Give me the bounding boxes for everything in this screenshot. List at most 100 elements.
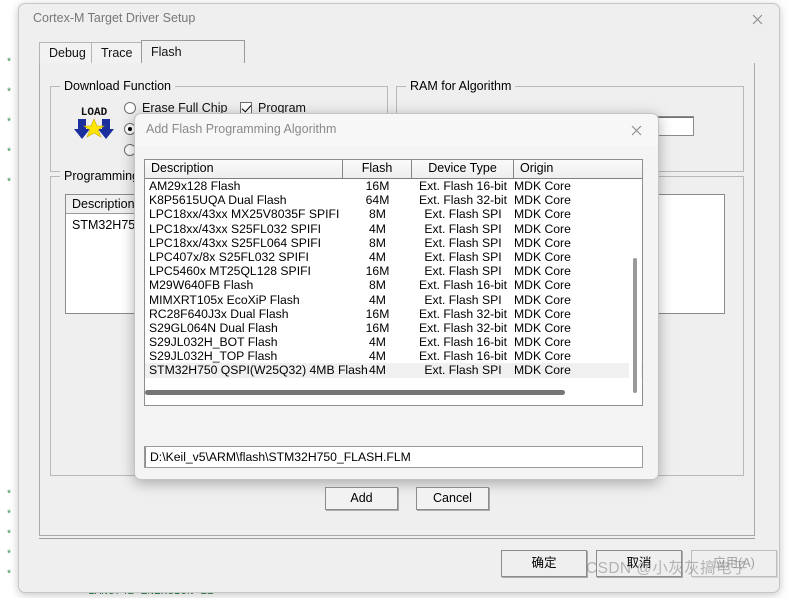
- table-cell-description: M29W640FB Flash: [149, 278, 254, 293]
- editor-gutter-mark: *: [6, 148, 13, 159]
- table-row[interactable]: LPC18xx/43xx S25FL032 SPIFI 4M Ext. Flash …: [145, 222, 642, 236]
- editor-gutter-mark: *: [6, 490, 13, 501]
- editor-gutter-mark: *: [6, 118, 13, 129]
- table-cell-flash-size: 16M: [365, 320, 390, 335]
- footer-separator: [39, 538, 755, 539]
- table-row[interactable]: LPC407x/8x S25FL032 SPIFI 4M Ext. Flash SP…: [145, 250, 642, 264]
- table-row[interactable]: M29W640FB Flash 8M Ext. Flash 16-bit MDK Co…: [145, 278, 642, 292]
- table-cell-origin: MDK Core: [514, 235, 571, 250]
- table-cell-flash-size: 16M: [365, 306, 390, 321]
- close-icon[interactable]: [614, 114, 658, 146]
- table-cell-origin: MDK Core: [514, 221, 571, 236]
- table-cell-flash-size: 4M: [369, 292, 386, 307]
- tab-flash-download[interactable]: Flash Download: [141, 40, 245, 82]
- table-cell-description: LPC18xx/43xx S25FL064 SPIFI: [149, 235, 322, 250]
- table-cell-origin: MDK Core: [514, 363, 571, 378]
- modal-body: Description Flash Size Device Type Origi…: [135, 146, 658, 510]
- table-cell-origin: MDK Core: [514, 335, 571, 350]
- table-cell-origin: MDK Core: [514, 249, 571, 264]
- table-cell-flash-size: 8M: [369, 278, 386, 293]
- watermark: CSDN @小灰灰搞电子: [586, 560, 748, 577]
- table-cell-description: LPC18xx/43xx MX25V8035F SPIFI: [149, 207, 340, 222]
- algorithm-table[interactable]: Description Flash Size Device Type Origi…: [144, 159, 643, 406]
- table-cell-flash-size: 4M: [369, 335, 386, 350]
- table-cell-origin: MDK Core: [514, 278, 571, 293]
- table-row[interactable]: S29GL064N Dual Flash 16M Ext. Flash 32-bit…: [145, 321, 642, 335]
- tab-trace[interactable]: Trace: [91, 42, 143, 64]
- vertical-scrollbar[interactable]: [629, 180, 641, 404]
- table-row[interactable]: MIMXRT105x EcoXiP Flash 4M Ext. Flash SPI M…: [145, 293, 642, 307]
- table-row[interactable]: STM32H750 QSPI(W25Q32) 4MB Flash 4M Ext. F…: [145, 363, 642, 378]
- table-cell-description: K8P5615UQA Dual Flash: [149, 193, 287, 208]
- table-cell-device-type: Ext. Flash SPI: [424, 221, 502, 236]
- modal-title: Add Flash Programming Algorithm: [146, 122, 337, 136]
- column-header-origin[interactable]: Origin: [514, 160, 642, 178]
- editor-gutter-mark: *: [6, 88, 13, 99]
- table-row[interactable]: RC28F640J3x Dual Flash 16M Ext. Flash 32-b…: [145, 307, 642, 321]
- table-cell-description: RC28F640J3x Dual Flash: [149, 306, 289, 321]
- close-icon[interactable]: [735, 4, 779, 34]
- editor-gutter-mark: *: [6, 550, 13, 561]
- table-cell-description: MIMXRT105x EcoXiP Flash: [149, 292, 300, 307]
- table-cell-origin: MDK Core: [514, 179, 571, 193]
- table-cell-device-type: Ext. Flash SPI: [424, 235, 502, 250]
- ram-for-algorithm-legend: RAM for Algorithm: [406, 79, 516, 93]
- table-row[interactable]: S29JL032H_TOP Flash 4M Ext. Flash 16-bit MD…: [145, 349, 642, 363]
- table-cell-description: S29JL032H_BOT Flash: [149, 335, 278, 350]
- table-cell-device-type: Ext. Flash 32-bit: [418, 193, 508, 208]
- table-cell-origin: MDK Core: [514, 207, 571, 222]
- table-cell-description: STM32H750 QSPI(W25Q32) 4MB Flash: [149, 363, 368, 378]
- table-cell-flash-size: 4M: [369, 349, 386, 364]
- table-cell-origin: MDK Core: [514, 320, 571, 335]
- table-cell-flash-size: 64M: [365, 193, 390, 208]
- svg-text:LOAD: LOAD: [81, 107, 108, 119]
- table-cell-description: LPC407x/8x S25FL032 SPIFI: [149, 249, 309, 264]
- table-cell-device-type: Ext. Flash SPI: [424, 207, 502, 222]
- table-cell-description: LPC5460x MT25QL128 SPIFI: [149, 264, 311, 279]
- modal-title-bar: Add Flash Programming Algorithm: [135, 114, 658, 146]
- table-row[interactable]: LPC18xx/43xx MX25V8035F SPIFI 8M Ext. Flas…: [145, 207, 642, 221]
- table-cell-flash-size: 8M: [369, 207, 386, 222]
- table-row[interactable]: LPC5460x MT25QL128 SPIFI 16M Ext. Flash SP…: [145, 264, 642, 278]
- table-cell-flash-size: 4M: [369, 363, 386, 378]
- editor-gutter-mark: *: [6, 530, 13, 541]
- horizontal-scrollbar-thumb[interactable]: [145, 390, 565, 395]
- editor-gutter-mark: *: [6, 178, 13, 189]
- table-cell-origin: MDK Core: [514, 193, 571, 208]
- radio-indicator: [124, 102, 136, 114]
- table-row[interactable]: K8P5615UQA Dual Flash 64M Ext. Flash 32-bi…: [145, 193, 642, 207]
- cancel-button-modal[interactable]: Cancel: [416, 487, 489, 510]
- tab-strip: Debug Trace Flash Download: [39, 40, 755, 82]
- table-cell-flash-size: 16M: [365, 179, 390, 193]
- table-cell-description: LPC18xx/43xx S25FL032 SPIFI: [149, 221, 322, 236]
- table-cell-origin: MDK Core: [514, 292, 571, 307]
- algorithm-table-header: Description Flash Size Device Type Origi…: [145, 160, 642, 192]
- load-icon: LOAD: [72, 99, 116, 143]
- table-cell-flash-size: 8M: [369, 235, 386, 250]
- window-title: Cortex-M Target Driver Setup: [33, 11, 196, 25]
- ok-button[interactable]: 确定: [501, 550, 587, 577]
- algorithm-table-body: AM29x128 Flash 16M Ext. Flash 16-bit MDK Co…: [145, 179, 642, 405]
- add-flash-programming-algorithm-dialog: Add Flash Programming Algorithm Descript…: [134, 113, 659, 510]
- column-header-description[interactable]: Description: [145, 160, 343, 178]
- tab-debug[interactable]: Debug: [39, 42, 93, 64]
- table-cell-origin: MDK Core: [514, 349, 571, 364]
- column-header-device-type[interactable]: Device Type: [412, 160, 514, 178]
- vertical-scrollbar-thumb[interactable]: [633, 258, 637, 393]
- add-button[interactable]: Add: [325, 487, 398, 510]
- table-row[interactable]: S29JL032H_BOT Flash 4M Ext. Flash 16-bit MD…: [145, 335, 642, 349]
- table-cell-device-type: Ext. Flash 32-bit: [418, 306, 508, 321]
- table-cell-device-type: Ext. Flash 16-bit: [418, 278, 508, 293]
- download-function-legend: Download Function: [60, 79, 176, 93]
- table-cell-device-type: Ext. Flash 16-bit: [418, 349, 508, 364]
- table-row[interactable]: LPC18xx/43xx S25FL064 SPIFI 8M Ext. Flash …: [145, 236, 642, 250]
- table-row[interactable]: AM29x128 Flash 16M Ext. Flash 16-bit MDK Co…: [145, 179, 642, 193]
- column-header-flash-size[interactable]: Flash Size: [343, 160, 412, 192]
- table-cell-device-type: Ext. Flash SPI: [424, 363, 502, 378]
- table-cell-device-type: Ext. Flash 16-bit: [418, 179, 508, 193]
- table-cell-flash-size: 4M: [369, 221, 386, 236]
- table-cell-flash-size: 4M: [369, 249, 386, 264]
- table-cell-device-type: Ext. Flash 32-bit: [418, 320, 508, 335]
- algorithm-file-path-field[interactable]: D:\Keil_v5\ARM\flash\STM32H750_FLASH.FLM: [144, 446, 643, 468]
- editor-gutter-mark: *: [6, 58, 13, 69]
